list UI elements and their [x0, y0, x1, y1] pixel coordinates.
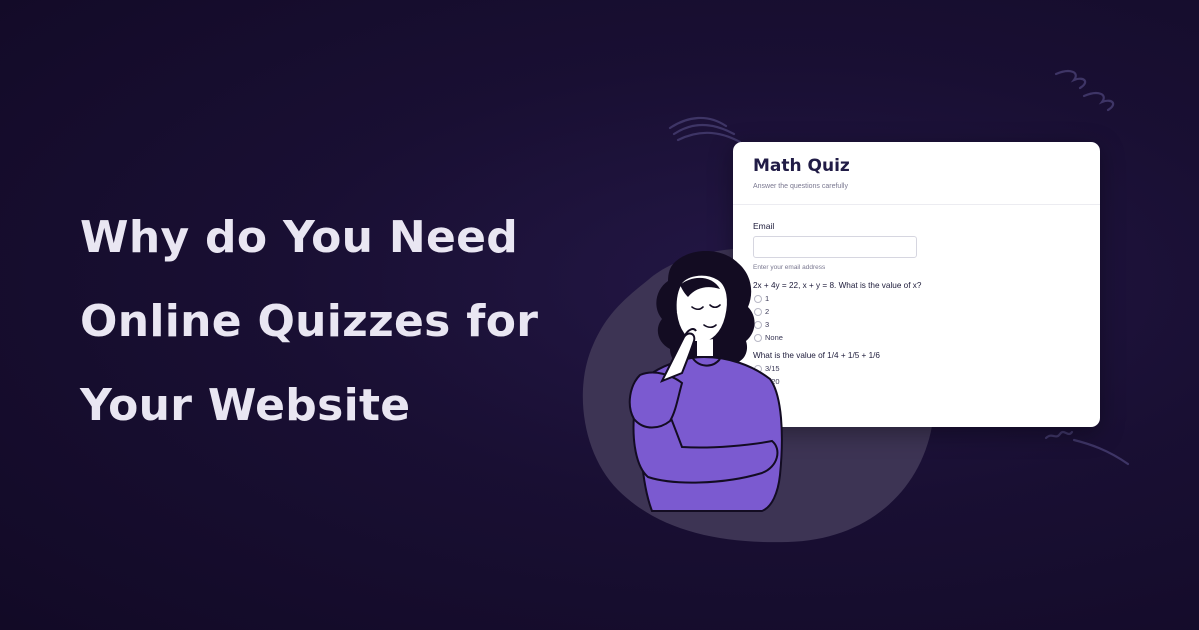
question-2-option-3[interactable]: 60 — [753, 390, 1080, 399]
headline-line-3: Your Website — [80, 380, 411, 431]
question-2-option-1[interactable]: 3/15 — [753, 364, 1080, 373]
question-1-option-4[interactable]: None — [753, 333, 1080, 342]
headline: Why do You Need Online Quizzes for Your … — [80, 196, 580, 448]
quiz-title: Math Quiz — [753, 156, 850, 176]
question-1-option-2[interactable]: 2 — [753, 307, 1080, 316]
thinking-woman-illustration — [628, 251, 783, 512]
question-1-option-3[interactable]: 3 — [753, 320, 1080, 329]
headline-line-1: Why do You Need — [80, 212, 519, 263]
quiz-subtitle: Answer the questions carefully — [753, 183, 848, 190]
email-hint: Enter your email address — [753, 264, 826, 271]
question-2-option-2[interactable]: /120 — [753, 377, 1080, 386]
question-1-text: 2x + 4y = 22, x + y = 8. What is the val… — [753, 281, 922, 290]
headline-line-2: Online Quizzes for — [80, 296, 539, 347]
quiz-header: Math Quiz Answer the questions carefully — [733, 142, 1100, 205]
scribble-decoration-top-right — [1054, 70, 1115, 112]
question-2-text: What is the value of 1/4 + 1/5 + 1/6 — [753, 351, 880, 360]
email-label: Email — [753, 221, 775, 231]
question-1-option-1[interactable]: 1 — [753, 294, 1080, 303]
